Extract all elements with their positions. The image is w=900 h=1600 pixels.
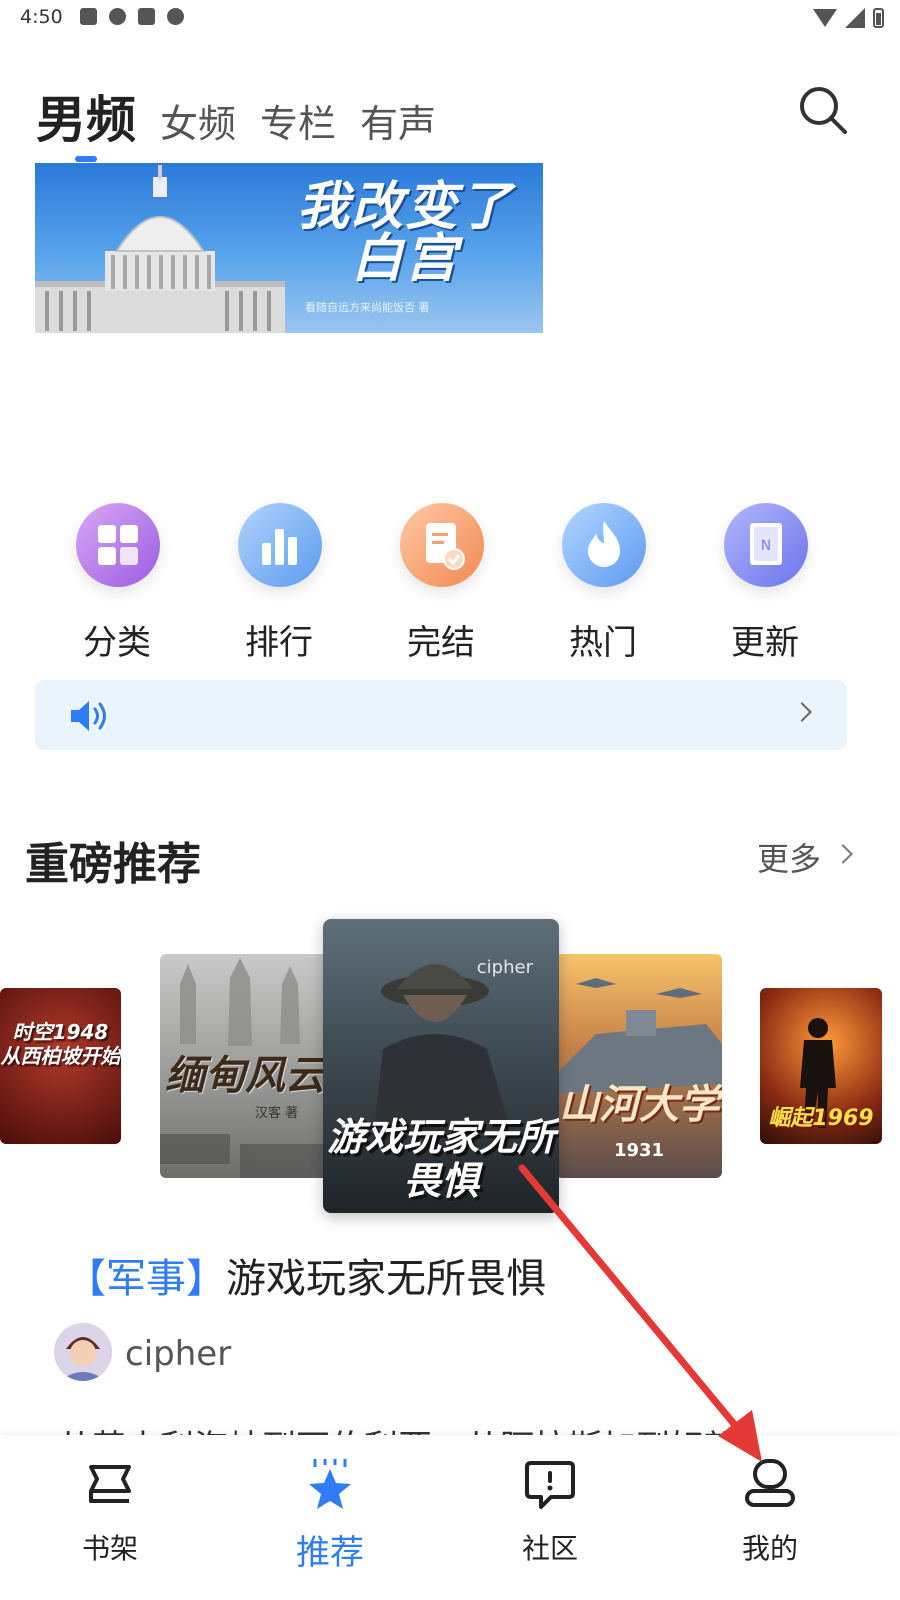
entry-update[interactable]: N 更新 [710, 503, 820, 663]
search-button[interactable] [797, 84, 849, 136]
book-title: 游戏玩家无所畏惧 [226, 1256, 546, 1302]
cover-title: 山河大学 [559, 1082, 719, 1128]
speaker-icon [71, 701, 106, 731]
entry-ranking[interactable]: 排行 [224, 503, 334, 663]
tab-female[interactable]: 女频 [160, 93, 236, 148]
section-title: 重磅推荐 [25, 839, 201, 890]
cover-title: 游戏玩家无所畏惧 [326, 1115, 555, 1203]
tab-male[interactable]: 男频 [36, 80, 136, 152]
banner-title: 我改变了白宫 [296, 177, 513, 289]
channel-tabs: 男频 女频 专栏 有声 [36, 80, 436, 149]
entry-completed-label: 完结 [407, 623, 475, 663]
app-notification-icon [138, 8, 155, 25]
capitol-illustration [35, 165, 285, 333]
book-title-line[interactable]: 【军事】游戏玩家无所畏惧 [66, 1246, 546, 1304]
star-icon [309, 1459, 351, 1509]
chevron-right-icon [792, 702, 812, 722]
nav-recommend[interactable]: 推荐 [270, 1449, 390, 1573]
search-icon [800, 87, 847, 134]
book-cover-4[interactable]: 山河大学 1931 [556, 954, 722, 1178]
signal-icon [845, 8, 865, 28]
book-cover-1[interactable]: 时空1948 从西柏坡开始 [0, 988, 121, 1144]
chat-icon [525, 1461, 575, 1509]
tab-audio[interactable]: 有声 [360, 93, 436, 148]
author-avatar-illustration [54, 1323, 112, 1381]
flame-icon [562, 503, 646, 587]
audio-notice-bar[interactable] [35, 680, 847, 750]
entry-hot[interactable]: 热门 [548, 503, 658, 663]
book-category: 【军事】 [66, 1256, 226, 1302]
entry-category-label: 分类 [83, 623, 151, 663]
entry-completed[interactable]: 完结 [386, 503, 496, 663]
active-tab-indicator [75, 156, 97, 162]
image-notification-icon [80, 8, 97, 25]
author-name[interactable]: cipher [125, 1334, 231, 1374]
entry-category[interactable]: 分类 [62, 503, 172, 663]
avatar[interactable] [54, 1323, 112, 1381]
book-cover-5[interactable]: 崛起1969 [760, 988, 882, 1144]
status-time: 4:50 [20, 6, 63, 28]
nav-recommend-label: 推荐 [296, 1533, 364, 1573]
nav-me-label: 我的 [741, 1532, 798, 1565]
document-check-icon [400, 503, 484, 587]
nav-me[interactable]: 我的 [710, 1449, 830, 1569]
bar-chart-icon [238, 503, 322, 587]
tab-column[interactable]: 专栏 [260, 93, 336, 148]
status-bar: 4:50 [0, 0, 900, 40]
grid-icon [76, 503, 160, 587]
wifi-icon [813, 9, 837, 27]
entry-hot-label: 热门 [569, 623, 637, 663]
book-icon: N [724, 503, 808, 587]
cover-title: 缅甸风云 [165, 1053, 325, 1099]
more-chevron-icon [833, 844, 853, 864]
quick-entries: 分类 排行 完结 热门 N 更新 [35, 503, 847, 663]
cover-author: cipher [476, 957, 533, 978]
bookshelf-icon [89, 1465, 131, 1503]
banner-author: 看随自远方来尚能饭否 著 [305, 301, 430, 314]
svg-text:N: N [761, 538, 771, 554]
battery-icon [873, 8, 884, 28]
cover-title: 时空1948 从西柏坡开始 [0, 1020, 121, 1068]
nav-community[interactable]: 社区 [490, 1449, 610, 1569]
notification-icons [80, 8, 184, 25]
cover-author: 汉客 著 [255, 1106, 299, 1121]
cover-title: 崛起1969 [768, 1106, 874, 1131]
book-cover-featured[interactable]: cipher 游戏玩家无所畏惧 [323, 919, 559, 1213]
entry-ranking-label: 排行 [245, 623, 313, 663]
sync-notification-icon [167, 8, 184, 25]
promo-banner[interactable]: 我改变了白宫 看随自远方来尚能饭否 著 [35, 163, 543, 333]
more-link[interactable]: 更多 [757, 834, 821, 880]
nav-bookshelf[interactable]: 书架 [50, 1449, 170, 1569]
nav-bookshelf-label: 书架 [81, 1532, 138, 1565]
cover-year: 1931 [613, 1140, 665, 1161]
book-cover-2[interactable]: 缅甸风云 汉客 著 [160, 954, 330, 1178]
user-icon [745, 1459, 795, 1507]
weibo-notification-icon [109, 8, 126, 25]
entry-update-label: 更新 [731, 623, 799, 663]
bottom-nav: 书架 推荐 社区 我的 [0, 1435, 900, 1600]
nav-community-label: 社区 [521, 1532, 578, 1565]
